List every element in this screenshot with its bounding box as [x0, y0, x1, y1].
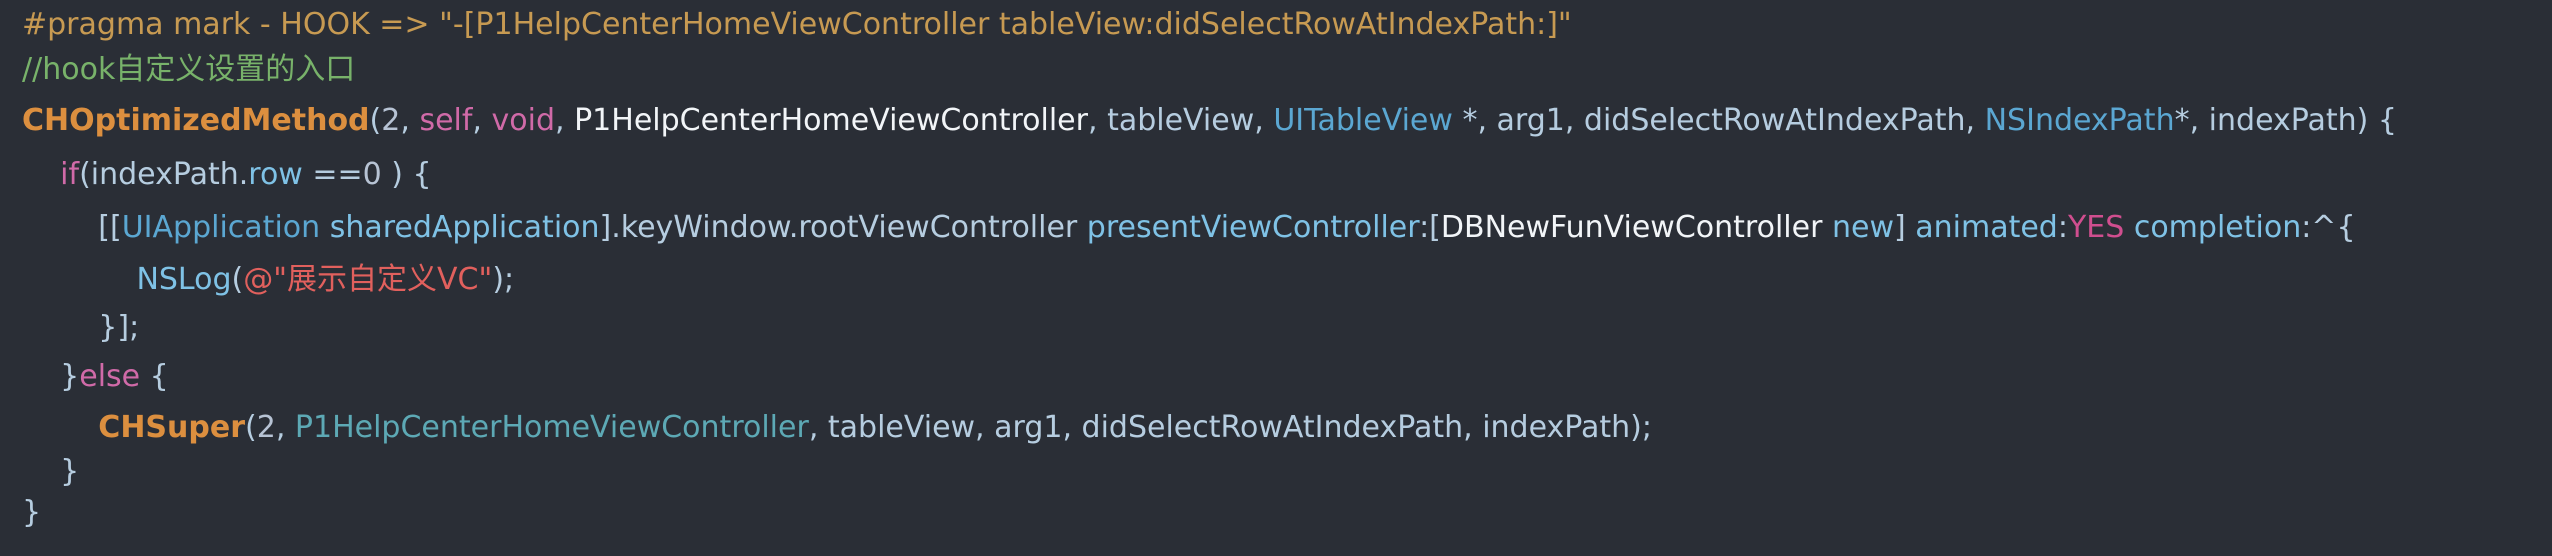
- code-token: didSelectRowAtIndexPath: [1583, 103, 1966, 138]
- code-token: (: [245, 410, 257, 445]
- code-token: );: [492, 262, 515, 297]
- code-token: tableView: [1107, 103, 1255, 138]
- code-token: animated: [1915, 210, 2058, 245]
- code-token: :[: [1419, 210, 1441, 245]
- code-line: NSLog(@"展示自定义VC");: [22, 255, 514, 305]
- code-token: *,: [1452, 103, 1497, 138]
- code-token: DBNewFunViewController: [1440, 210, 1823, 245]
- code-token: }: [22, 495, 42, 530]
- code-token: NSLog: [136, 262, 232, 297]
- code-token: UIApplication: [121, 210, 321, 245]
- code-token: ,: [555, 103, 575, 138]
- code-token: [[: [98, 210, 122, 245]
- code-token: CHSuper: [98, 410, 246, 445]
- code-line: CHOptimizedMethod(2, self, void, P1HelpC…: [22, 96, 2397, 146]
- code-token: indexPath: [2208, 103, 2357, 138]
- code-token: completion: [2133, 210, 2302, 245]
- code-token: ].keyWindow.rootViewController: [599, 210, 1087, 245]
- code-token: ,: [275, 410, 295, 445]
- code-token: UITableView: [1273, 103, 1453, 138]
- code-line: //hook自定义设置的入口: [22, 45, 355, 95]
- code-token: ,: [1965, 103, 1985, 138]
- code-token: (: [369, 103, 382, 138]
- code-token: //hook自定义设置的入口: [22, 52, 356, 87]
- code-token: ,: [400, 103, 420, 138]
- code-token: ,: [472, 103, 492, 138]
- code-token: NSIndexPath: [1984, 103, 2175, 138]
- code-line: [[UIApplication sharedApplication].keyWi…: [22, 203, 2356, 253]
- code-token: ,: [1254, 103, 1274, 138]
- code-line: CHSuper(2, P1HelpCenterHomeViewControlle…: [22, 403, 1652, 453]
- code-token: row: [248, 157, 303, 192]
- code-token: *,: [2174, 103, 2209, 138]
- code-token: sharedApplication: [329, 210, 600, 245]
- code-editor[interactable]: #pragma mark - HOOK => "-[P1HelpCenterHo…: [0, 0, 2552, 556]
- code-token: P1HelpCenterHomeViewController: [294, 410, 809, 445]
- code-token: else: [79, 359, 141, 394]
- code-token: void: [491, 103, 556, 138]
- code-token: (: [231, 262, 244, 297]
- code-token: }];: [98, 310, 140, 345]
- code-token: self: [419, 103, 473, 138]
- code-token: arg1: [1496, 103, 1565, 138]
- code-token: @"展示自定义VC": [243, 262, 493, 297]
- code-token: ) {: [381, 157, 432, 192]
- code-token: if: [60, 157, 80, 192]
- code-token: #pragma mark - HOOK => "-[P1HelpCenterHo…: [22, 7, 1572, 42]
- code-token: ]: [1893, 210, 1916, 245]
- code-token: , tableView, arg1, didSelectRowAtIndexPa…: [808, 410, 1652, 445]
- code-token: }: [60, 359, 80, 394]
- code-line: }else {: [22, 352, 169, 402]
- code-token: :^{: [2301, 210, 2356, 245]
- code-token: (indexPath.: [79, 157, 249, 192]
- code-token: YES: [2067, 210, 2125, 245]
- code-token: 2: [381, 103, 401, 138]
- code-token: ==: [302, 157, 363, 192]
- code-token: {: [140, 359, 169, 394]
- code-token: CHOptimizedMethod: [22, 103, 370, 138]
- code-token: :: [2057, 210, 2068, 245]
- code-token: 2: [256, 410, 276, 445]
- code-token: }: [60, 454, 80, 489]
- code-line: if(indexPath.row ==0 ) {: [22, 150, 432, 200]
- code-token: 0: [362, 157, 382, 192]
- code-token: ,: [1564, 103, 1584, 138]
- code-line: }: [22, 488, 41, 538]
- code-token: presentViewController: [1086, 210, 1420, 245]
- code-token: ,: [1087, 103, 1108, 138]
- code-line: #pragma mark - HOOK => "-[P1HelpCenterHo…: [22, 0, 1572, 50]
- code-token: P1HelpCenterHomeViewController: [574, 103, 1088, 138]
- code-token: new: [1831, 210, 1894, 245]
- code-line: }];: [22, 303, 139, 353]
- code-token: ) {: [2356, 103, 2397, 138]
